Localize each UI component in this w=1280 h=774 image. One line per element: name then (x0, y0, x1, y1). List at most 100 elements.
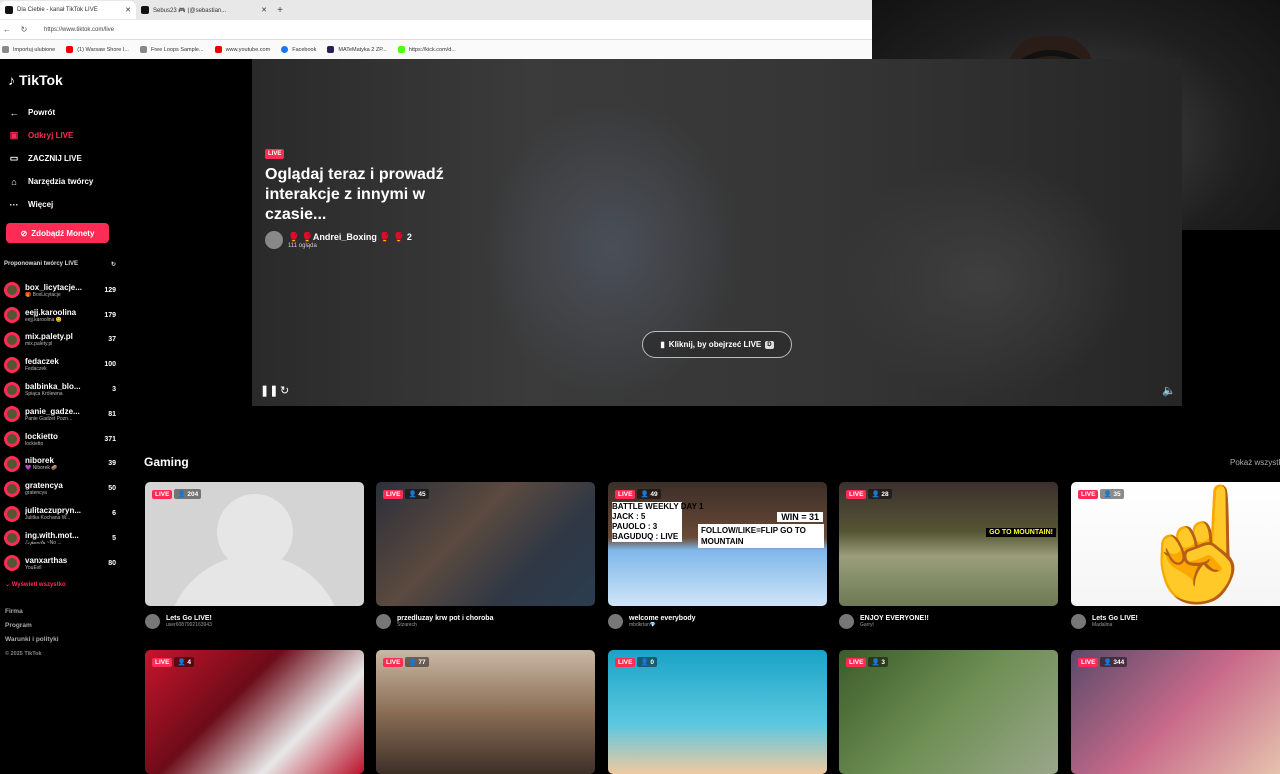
footer-link-program[interactable]: Program (5, 619, 59, 633)
pointing-hand-icon: ☝ (1131, 483, 1268, 606)
creator-item[interactable]: ing.with.mot... ℰ𝓈𝓅𝒶𝓃𝒾𝓉𝒶 ~No ... 5 (4, 526, 116, 551)
card-meta[interactable]: Lets Go LIVE! user6087992163943 (145, 614, 364, 629)
reload-icon[interactable]: ↻ (19, 25, 29, 34)
player-title: Oglądaj teraz i prowadź interakcje z inn… (265, 166, 444, 223)
creator-item[interactable]: vanxarthas YouEvil 80 (4, 551, 116, 576)
creator-name: vanxarthas (25, 555, 68, 565)
live-card[interactable]: LIVE 👤 0 (608, 650, 827, 774)
sidebar-item-start-live[interactable]: ▭ ZACZNIJ LIVE (8, 147, 128, 170)
live-card[interactable]: LIVE 👤 4 (145, 650, 364, 774)
live-card[interactable]: LIVE 👤 77 (376, 650, 595, 774)
show-more-link[interactable]: Pokaż wszystko (1230, 458, 1280, 467)
new-tab-button[interactable]: + (272, 5, 288, 16)
creator-nickname: eejj.karoolina 😊 (25, 316, 63, 323)
tiktok-note-icon: ♪ (8, 72, 15, 88)
live-label: LIVE (846, 489, 867, 499)
live-card[interactable]: ☝ LIVE 👤 35 (1071, 482, 1280, 606)
stream-thumbnail (145, 650, 364, 774)
creator-name: fedaczek (25, 357, 59, 367)
avatar (4, 307, 20, 324)
tab-sebus[interactable]: Sebus23 🎮 (@sebastian... ✕ (136, 1, 272, 19)
live-tag: LIVE 👤 77 (383, 657, 429, 667)
bookmark-item[interactable]: (1) Warsaw Shore I... (66, 46, 129, 53)
creator-names: niborek 💜 Niborek 🥔 (25, 456, 93, 471)
back-link[interactable]: ← Powrót (8, 101, 128, 124)
viewer-count: 👤 0 (637, 657, 657, 667)
creator-item[interactable]: fedaczek Fedaczek 100 (4, 352, 116, 377)
creator-item[interactable]: panie_gadze... Panie Gadżet Pozn... 81 (4, 402, 116, 427)
live-card[interactable]: LIVE 👤 344 (1071, 650, 1280, 774)
footer-link-company[interactable]: Firma (5, 605, 59, 619)
creator-item[interactable]: lockietto lockietto 371 (4, 427, 116, 452)
person-icon: 👤 (1103, 491, 1112, 498)
creator-names: eejj.karoolina eejj.karoolina 😊 (25, 308, 93, 323)
host-info[interactable]: 🥊 🥊Andrei_Boxing 🥊 🥊 2 111 ogląda (265, 231, 412, 249)
creator-item[interactable]: gratencya gratencya 50 (4, 476, 116, 501)
bookmark-item[interactable]: Facebook (281, 46, 316, 53)
viewer-count: 371 (104, 435, 116, 443)
person-icon: 👤 (871, 491, 880, 498)
viewer-count: 👤 3 (868, 657, 888, 667)
address-bar-row: ← ↻ https://www.tiktok.com/live (0, 20, 872, 40)
sidebar-item-more[interactable]: ··· Więcej (8, 193, 128, 216)
viewer-count: 👤 77 (405, 657, 429, 667)
watch-live-button[interactable]: ▮ Kliknij, by obejrzeć LIVE D (642, 331, 792, 358)
live-tag: LIVE 👤 45 (383, 489, 429, 499)
bookmark-item[interactable]: https://kick.com/d... (397, 46, 456, 53)
back-arrow-icon[interactable]: ← (2, 25, 12, 34)
live-card[interactable]: GO TO MOUNTAIN! LIVE 👤 28 (839, 482, 1058, 606)
show-all-link[interactable]: ⌄ Wyświetl wszystko (5, 581, 66, 588)
creator-names: julitaczupryn... Julitka Kochana W... (25, 506, 93, 521)
person-icon: 👤 (640, 491, 649, 498)
volume-icon[interactable]: 🔈 (1162, 384, 1176, 397)
card-meta[interactable]: Lets Go LIVE! Madalina (1071, 614, 1280, 629)
card-title: welcome everybody (629, 615, 696, 622)
creator-nickname: Śpiąca Królewna (25, 391, 63, 398)
creator-name: niborek (25, 456, 54, 466)
creator-item[interactable]: box_licytacje... 🎁 BoxLicytacje 129 (4, 278, 116, 303)
person-icon: 👤 (871, 659, 880, 666)
bookmark-item[interactable]: Importuj ulubione (2, 46, 55, 53)
sidebar-item-discover-live[interactable]: ▣ Odkryj LIVE (8, 124, 128, 147)
live-card[interactable]: LIVE 👤 45 (376, 482, 595, 606)
creator-item[interactable]: mix.palety.pl mix.palety.pl 37 (4, 328, 116, 353)
sidebar-item-creator-tools[interactable]: ⌂ Narzędzia twórcy (8, 170, 128, 193)
get-coins-button[interactable]: ⊘ Zdobądź Monety (6, 223, 109, 243)
creator-item[interactable]: eejj.karoolina eejj.karoolina 😊 179 (4, 303, 116, 328)
refresh-icon[interactable]: ↻ (280, 384, 289, 397)
creator-item[interactable]: niborek 💜 Niborek 🥔 39 (4, 452, 116, 477)
refresh-icon[interactable]: ↻ (111, 261, 116, 268)
browser-chrome: Dla Ciebie - kanał TikTok LIVE ✕ Sebus23… (0, 0, 872, 59)
close-tab-icon[interactable]: ✕ (125, 6, 131, 14)
live-tag: LIVE 👤 3 (846, 657, 888, 667)
tab-tiktok-live[interactable]: Dla Ciebie - kanał TikTok LIVE ✕ (0, 1, 136, 19)
close-tab-icon[interactable]: ✕ (261, 6, 267, 14)
live-card[interactable]: BATTLE WEEKLY DAY 1 JACK : 5 PAUOLO : 3 … (608, 482, 827, 606)
url-input[interactable]: https://www.tiktok.com/live (36, 22, 856, 37)
viewer-count: 👤 45 (405, 489, 429, 499)
bookmark-item[interactable]: Free Loops Sample... (139, 46, 204, 53)
youtube-icon (66, 46, 74, 53)
viewer-count: 👤 344 (1100, 657, 1128, 667)
coin-icon: ⊘ (20, 228, 28, 238)
bookmark-item[interactable]: MATeMatyka 2 ZP... (327, 46, 387, 53)
avatar (4, 505, 20, 522)
live-label: LIVE (383, 489, 404, 499)
creator-item[interactable]: balbinka_blo... Śpiąca Królewna 3 (4, 377, 116, 402)
tiktok-logo[interactable]: ♪ TikTok (8, 72, 63, 88)
live-card[interactable]: LIVE 👤 3 (839, 650, 1058, 774)
live-label: LIVE (383, 657, 404, 667)
card-meta[interactable]: ENJOY EVERYONE!! Garryl (839, 614, 1058, 629)
bookmark-item[interactable]: www.youtube.com (214, 46, 270, 53)
tab-title: Dla Ciebie - kanał TikTok LIVE (17, 7, 98, 13)
footer-link-terms[interactable]: Warunki i polityki (5, 633, 59, 647)
live-card[interactable]: LIVE 👤 204 (145, 482, 364, 606)
avatar (265, 231, 283, 249)
avatar (145, 614, 160, 629)
featured-live-player[interactable]: LIVE Oglądaj teraz i prowadź interakcje … (252, 59, 1182, 406)
pause-icon[interactable]: ❚❚ (260, 384, 278, 397)
viewer-count: 5 (112, 534, 116, 542)
card-meta[interactable]: przedluzay krw pot i choroba Stzarech (376, 614, 595, 629)
card-meta[interactable]: welcome everybody mbdkrtan💎 (608, 614, 827, 629)
creator-item[interactable]: julitaczupryn... Julitka Kochana W... 6 (4, 501, 116, 526)
